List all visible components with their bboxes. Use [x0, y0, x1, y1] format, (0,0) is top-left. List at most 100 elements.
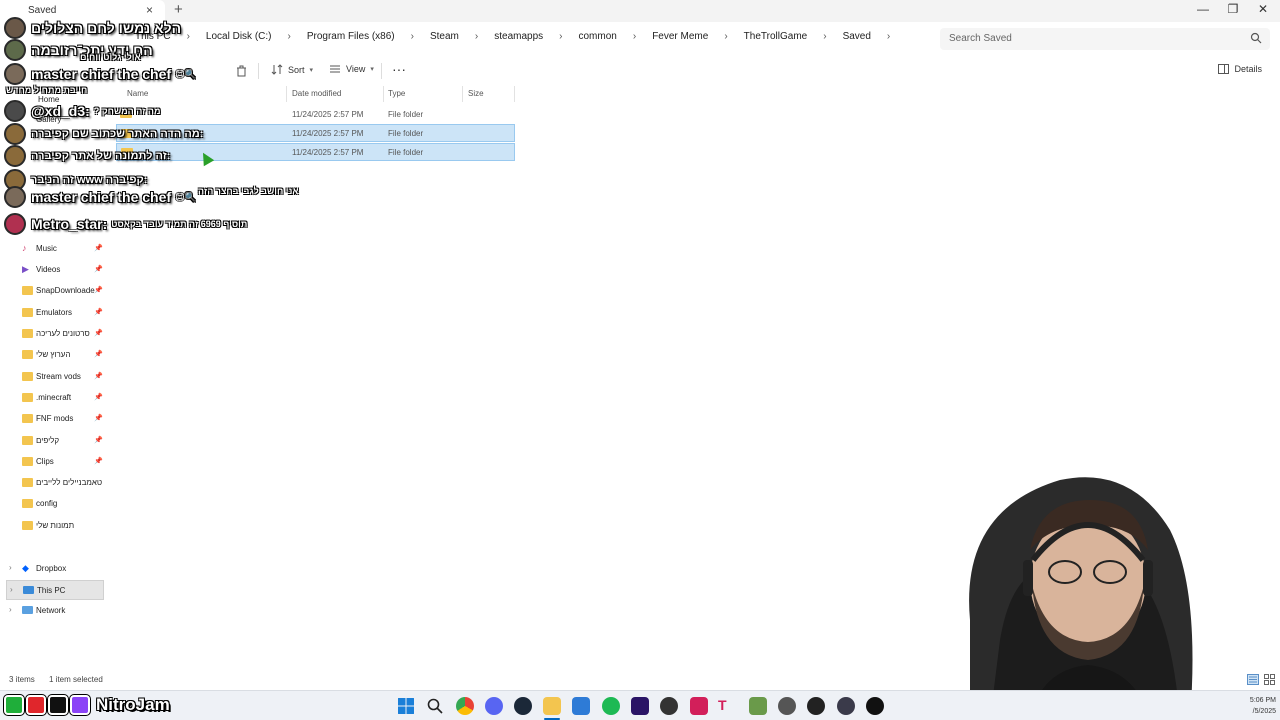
sidebar-item-folder[interactable]: Stream vods 📌	[6, 367, 104, 387]
chevron-right-icon[interactable]: ›	[9, 605, 12, 614]
chevron-down-icon: ▾	[370, 66, 374, 73]
twitch-icon	[70, 695, 90, 715]
sidebar-item-folder[interactable]: FNF mods 📌	[6, 409, 104, 429]
delete-icon[interactable]	[236, 65, 247, 77]
search-icon[interactable]	[426, 697, 444, 715]
sidebar-item-network[interactable]: › Network	[6, 601, 104, 621]
chevron-right-icon: ›	[724, 31, 728, 42]
sidebar-item-label: הערוץ שלי	[36, 350, 71, 359]
column-divider[interactable]	[514, 86, 515, 102]
file-type: File folder	[388, 129, 424, 138]
breadcrumb-item[interactable]: common	[574, 31, 622, 42]
search-placeholder: Search Saved	[949, 33, 1012, 44]
sidebar-item-folder[interactable]: הערוץ שלי 📌	[6, 345, 104, 365]
sidebar-item-folder[interactable]: Clips 📌	[6, 452, 104, 472]
column-header-type[interactable]: Type	[388, 89, 405, 98]
premiere-icon[interactable]	[631, 697, 649, 715]
brand-name: NitroJam	[96, 695, 170, 714]
column-divider[interactable]	[286, 86, 287, 102]
pin-icon: 📌	[94, 245, 103, 252]
system-clock[interactable]: 5:06 PM /5/2025	[1236, 695, 1276, 717]
breadcrumb-item[interactable]: TheTrollGame	[739, 31, 813, 42]
sidebar-item-dropbox[interactable]: › ◆ Dropbox	[6, 559, 104, 579]
column-divider[interactable]	[462, 86, 463, 102]
chevron-down-icon: ▾	[309, 66, 314, 74]
chat-message: @xd_d3: ? מה זה המשחק	[4, 100, 161, 122]
breadcrumb-item[interactable]: Steam	[425, 31, 464, 42]
minimize-button[interactable]: —	[1188, 2, 1218, 20]
arrow-app-icon[interactable]	[807, 697, 825, 715]
column-header-date[interactable]: Date modified	[292, 89, 341, 98]
sidebar-item-folder[interactable]: SnapDownloade 📌	[6, 281, 104, 301]
sort-button[interactable]: Sort ▾	[271, 64, 313, 75]
breadcrumb[interactable]: This PC › Local Disk (C:) › Program File…	[130, 31, 901, 42]
folder-icon	[22, 499, 33, 508]
folder-icon	[22, 478, 33, 487]
folder-icon	[22, 329, 33, 338]
chat-message: הלא נמשו לחם הצלולים	[4, 17, 181, 39]
sidebar-item-folder[interactable]: תמונות שלי	[6, 516, 104, 536]
sidebar-item-videos[interactable]: ▶ Videos 📌	[6, 260, 104, 280]
chevron-right-icon[interactable]: ›	[9, 563, 12, 572]
sidebar-item-label: FNF mods	[36, 414, 74, 423]
maximize-button[interactable]: ❐	[1218, 2, 1248, 20]
column-header-name[interactable]: Name	[127, 89, 148, 98]
chrome-icon[interactable]	[456, 697, 474, 715]
file-explorer-icon[interactable]	[543, 697, 561, 715]
chat-username: הלא נמשו לחם הצלולים	[31, 20, 182, 36]
table-row[interactable]: 11/24/2025 2:57 PM File folder	[116, 105, 515, 123]
sidebar-item-folder[interactable]: Emulators 📌	[6, 303, 104, 323]
sidebar-item-this-pc[interactable]: › This PC	[6, 580, 104, 600]
pin-icon: 📌	[94, 458, 103, 465]
spotify-icon[interactable]	[602, 697, 620, 715]
breadcrumb-item[interactable]: steamapps	[489, 31, 548, 42]
dropbox-icon: ◆	[22, 563, 29, 573]
new-tab-icon[interactable]: +	[174, 1, 183, 18]
sidebar-item-music[interactable]: ♪ Music 📌	[6, 239, 104, 259]
search-input[interactable]: Search Saved	[940, 28, 1270, 50]
view-button[interactable]: View ▾	[329, 64, 374, 74]
sidebar-item-label: SnapDownloade	[36, 286, 95, 295]
discord-icon[interactable]	[485, 697, 503, 715]
chevron-right-icon[interactable]: ›	[10, 585, 13, 594]
windows-start-icon[interactable]	[397, 697, 415, 715]
more-options-button[interactable]: ···	[392, 61, 406, 77]
sidebar-item-label: Dropbox	[36, 564, 67, 573]
skype-icon[interactable]	[778, 697, 796, 715]
chevron-right-icon: ›	[632, 31, 637, 42]
chevron-right-icon[interactable]: ›	[876, 31, 901, 42]
text-editor-icon[interactable]: T	[718, 697, 736, 715]
chat-message-text: אולי גלוט ווחים	[80, 52, 141, 62]
breadcrumb-item[interactable]: Local Disk (C:)	[201, 31, 277, 42]
sidebar-item-folder[interactable]: טאמבניילים ללייבים	[6, 473, 104, 493]
sidebar-item-folder[interactable]: .minecraft 📌	[6, 388, 104, 408]
column-divider[interactable]	[383, 86, 384, 102]
tiles-view-icon[interactable]	[1264, 674, 1275, 685]
sidebar-item-folder[interactable]: סרטונים לעריכה 📌	[6, 324, 104, 344]
table-row[interactable]: 11/24/2025 2:57 PM File folder	[116, 143, 515, 161]
sidebar-item-folder[interactable]: קליפים 📌	[6, 431, 104, 451]
store-icon[interactable]	[572, 697, 590, 715]
avatar	[4, 123, 26, 145]
breadcrumb-item[interactable]: Saved	[838, 31, 876, 42]
details-button[interactable]: Details	[1218, 64, 1262, 74]
tiktok-studio-icon[interactable]	[690, 697, 708, 715]
breadcrumb-item[interactable]: Fever Meme	[647, 31, 713, 42]
sidebar-item-label: Network	[36, 606, 66, 615]
column-header-size[interactable]: Size	[468, 89, 484, 98]
close-button[interactable]: ✕	[1248, 2, 1278, 20]
breadcrumb-item[interactable]: Program Files (x86)	[302, 31, 400, 42]
unreal-icon[interactable]	[866, 697, 884, 715]
obs-icon[interactable]	[660, 697, 678, 715]
sidebar-item-label: Emulators	[36, 308, 73, 317]
sidebar-item-label: Clips	[36, 457, 54, 466]
game-icon[interactable]	[749, 697, 767, 715]
taskbar: NitroJam T 5:06 PM /5/2025	[0, 690, 1280, 720]
toolbar-divider	[381, 63, 382, 79]
controller-icon[interactable]	[837, 697, 855, 715]
chat-message: זה לתמונה של אתר קפיברה:	[4, 145, 170, 167]
tab-close-icon[interactable]: ×	[146, 3, 153, 17]
sidebar-item-folder[interactable]: config	[6, 494, 104, 514]
brand-icon	[4, 695, 24, 715]
steam-icon[interactable]	[514, 697, 532, 715]
